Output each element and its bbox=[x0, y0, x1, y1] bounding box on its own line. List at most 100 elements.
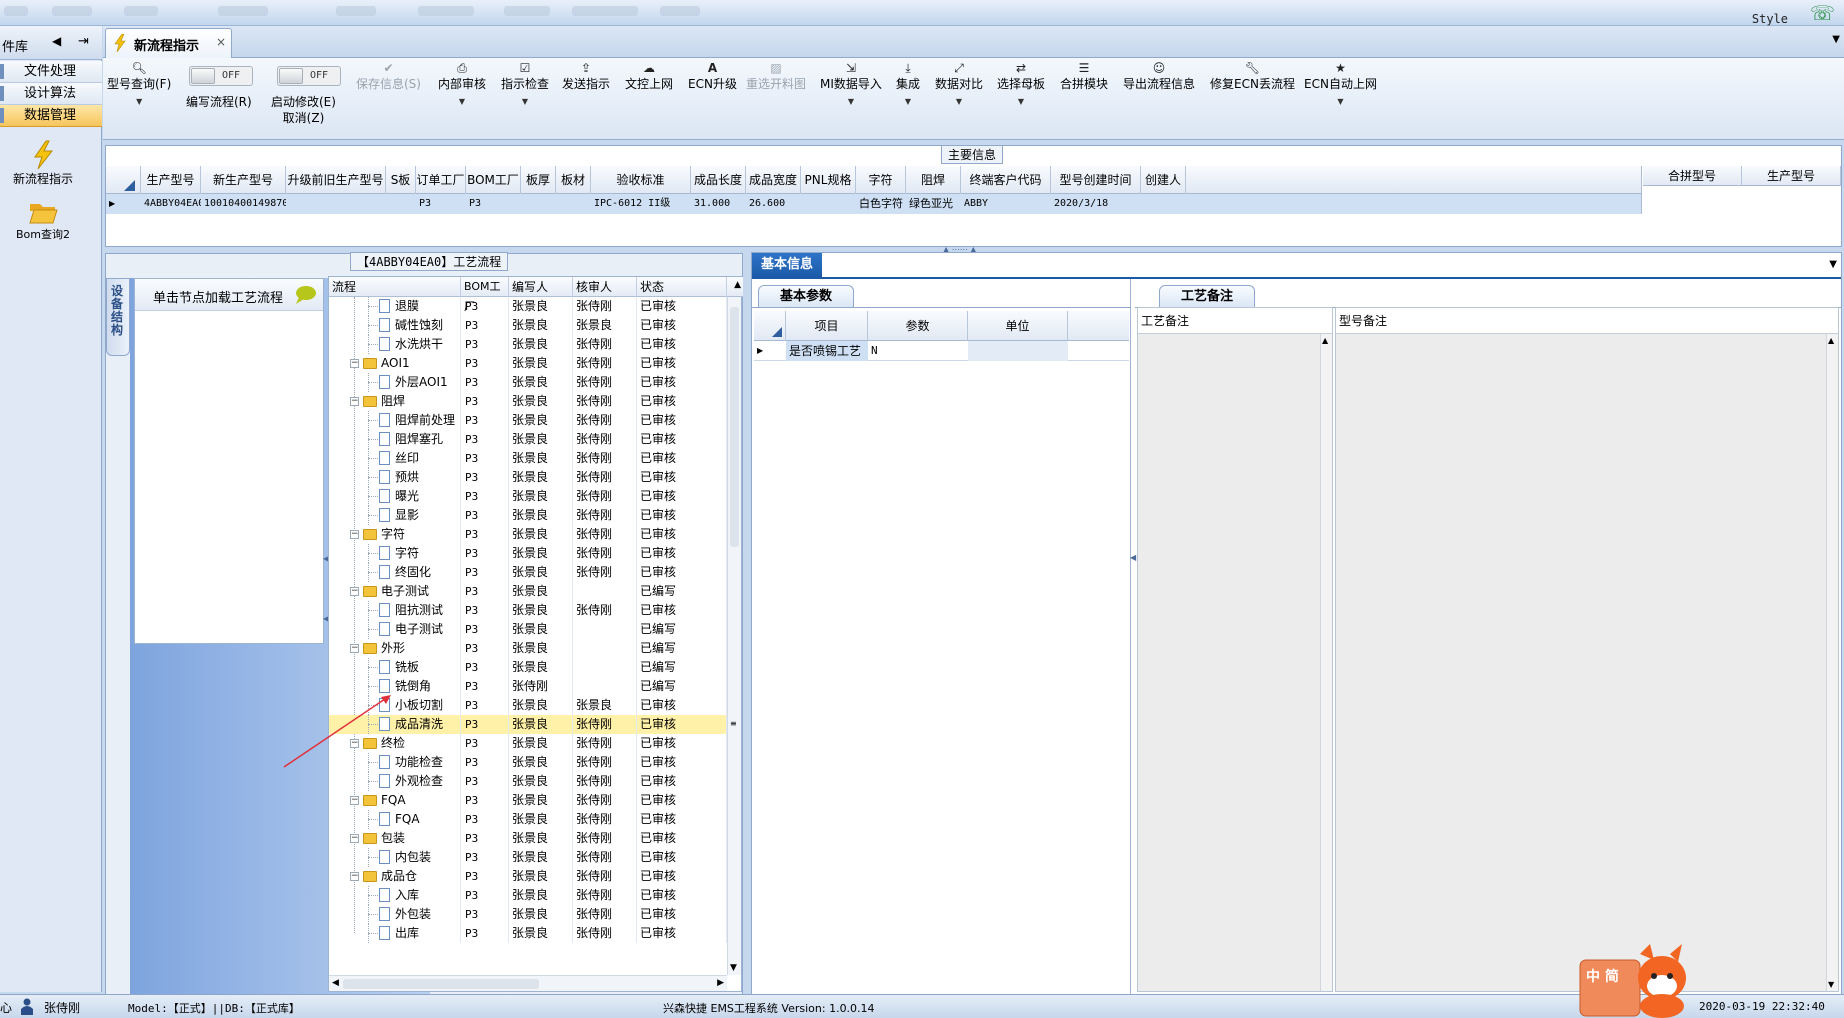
table-row[interactable]: ▶ 4ABBY04EA0 10010400149870 P3 P3 IPC-6012 II… bbox=[106, 194, 1641, 214]
tree-row[interactable]: 退膜 P3 张景良 张侍刚 已审核 bbox=[329, 297, 727, 316]
status-cell[interactable]: 已审核 bbox=[637, 335, 727, 354]
table-row[interactable]: ▶ 是否喷锡工艺 N bbox=[754, 341, 1129, 361]
writer-cell[interactable]: 张景良 bbox=[509, 468, 573, 487]
ecn-auto-online-button[interactable]: ★ ECN自动上网 ▼ bbox=[1304, 60, 1377, 112]
bom-cell[interactable]: P3 bbox=[461, 620, 509, 639]
reviewer-cell[interactable]: 张侍刚 bbox=[573, 506, 637, 525]
tree-row[interactable]: 外观检查 P3 张景良 张侍刚 已审核 bbox=[329, 772, 727, 791]
reviewer-cell[interactable]: 张侍刚 bbox=[573, 734, 637, 753]
status-cell[interactable]: 已审核 bbox=[637, 791, 727, 810]
column-header-flow[interactable]: 流程 bbox=[329, 277, 461, 297]
writer-cell[interactable]: 张景良 bbox=[509, 297, 573, 316]
table-cell[interactable]: 绿色亚光 bbox=[906, 194, 961, 214]
flow-cell[interactable]: 曝光 bbox=[329, 487, 461, 506]
close-icon[interactable]: × bbox=[216, 35, 226, 49]
bom-cell[interactable]: P3 bbox=[461, 563, 509, 582]
bom-cell[interactable]: P3 bbox=[461, 316, 509, 335]
tree-row[interactable]: 曝光 P3 张景良 张侍刚 已审核 bbox=[329, 487, 727, 506]
tab-process-notes[interactable]: 工艺备注 bbox=[1159, 285, 1255, 307]
column-header[interactable]: 成品宽度 bbox=[746, 166, 801, 194]
flow-cell[interactable]: − 字符 bbox=[329, 525, 461, 544]
reviewer-cell[interactable]: 张侍刚 bbox=[573, 924, 637, 943]
bom-cell[interactable]: P3 bbox=[461, 487, 509, 506]
status-cell[interactable]: 已审核 bbox=[637, 772, 727, 791]
writer-cell[interactable]: 张景良 bbox=[509, 563, 573, 582]
collapse-toggle-icon[interactable]: − bbox=[350, 834, 359, 843]
data-compare-button[interactable]: ⤢ 数据对比 ▼ bbox=[935, 60, 983, 112]
flow-cell[interactable]: − 外形 bbox=[329, 639, 461, 658]
bom-cell[interactable]: P3 bbox=[461, 601, 509, 620]
reselect-cutting-chart-button[interactable]: ▨ 重选开料图 bbox=[746, 60, 806, 92]
save-info-button[interactable]: ✔ 保存信息(S) bbox=[356, 60, 421, 92]
flow-cell[interactable]: 丝印 bbox=[329, 449, 461, 468]
flow-cell[interactable]: − 包装 bbox=[329, 829, 461, 848]
flow-cell[interactable]: 阻焊塞孔 bbox=[329, 430, 461, 449]
status-cell[interactable]: 已审核 bbox=[637, 449, 727, 468]
vertical-scrollbar[interactable]: ≡ ▼ bbox=[727, 297, 741, 975]
reviewer-cell[interactable]: 张侍刚 bbox=[573, 544, 637, 563]
ecn-upgrade-button[interactable]: A ECN升级 bbox=[688, 60, 737, 92]
tree-row[interactable]: 内包装 P3 张景良 张侍刚 已审核 bbox=[329, 848, 727, 867]
collapse-toggle-icon[interactable]: − bbox=[350, 587, 359, 596]
ime-mascot[interactable]: 中 简 bbox=[1578, 944, 1700, 1018]
flow-cell[interactable]: − 电子测试 bbox=[329, 582, 461, 601]
send-instruction-button[interactable]: ⇪ 发送指示 bbox=[562, 60, 610, 92]
column-header[interactable]: 合拼型号 bbox=[1643, 166, 1742, 186]
status-cell[interactable]: 已编写 bbox=[637, 639, 727, 658]
bom-cell[interactable]: P3 bbox=[461, 658, 509, 677]
status-cell[interactable]: 已编写 bbox=[637, 620, 727, 639]
sidebar-item-data-management[interactable]: 数据管理 bbox=[0, 105, 102, 127]
style-menu[interactable]: Style bbox=[1752, 12, 1788, 26]
reviewer-cell[interactable]: 张侍刚 bbox=[573, 354, 637, 373]
panel-dropdown-icon[interactable]: ▼ bbox=[1829, 259, 1837, 270]
reviewer-cell[interactable] bbox=[573, 677, 637, 696]
bom-cell[interactable]: P3 bbox=[461, 373, 509, 392]
param-unit-cell[interactable] bbox=[968, 341, 1068, 361]
status-cell[interactable]: 已审核 bbox=[637, 601, 727, 620]
merge-module-button[interactable]: ☰ 合拼模块 bbox=[1060, 60, 1108, 92]
column-header[interactable]: PNL规格 bbox=[801, 166, 856, 194]
reviewer-cell[interactable]: 张侍刚 bbox=[573, 601, 637, 620]
flow-cell[interactable]: 外包装 bbox=[329, 905, 461, 924]
scroll-right-icon[interactable]: ▶ bbox=[717, 978, 724, 988]
tree-row[interactable]: 入库 P3 张景良 张侍刚 已审核 bbox=[329, 886, 727, 905]
flow-cell[interactable]: 外层AOI1 bbox=[329, 373, 461, 392]
column-header[interactable]: 型号创建时间 bbox=[1051, 166, 1141, 194]
bom-cell[interactable]: P3 bbox=[461, 772, 509, 791]
writer-cell[interactable]: 张景良 bbox=[509, 810, 573, 829]
flow-cell[interactable]: 电子测试 bbox=[329, 620, 461, 639]
writer-cell[interactable]: 张景良 bbox=[509, 373, 573, 392]
bom-cell[interactable]: P3 bbox=[461, 468, 509, 487]
reviewer-cell[interactable]: 张景良 bbox=[573, 316, 637, 335]
reviewer-cell[interactable]: 张侍刚 bbox=[573, 392, 637, 411]
status-cell[interactable]: 已审核 bbox=[637, 696, 727, 715]
status-cell[interactable]: 已审核 bbox=[637, 392, 727, 411]
tree-row[interactable]: 阻焊塞孔 P3 张景良 张侍刚 已审核 bbox=[329, 430, 727, 449]
tree-row[interactable]: 电子测试 P3 张景良 已编写 bbox=[329, 620, 727, 639]
bom-cell[interactable]: P3 bbox=[461, 886, 509, 905]
bom-cell[interactable]: P3 bbox=[461, 430, 509, 449]
writer-cell[interactable]: 张景良 bbox=[509, 924, 573, 943]
bom-cell[interactable]: P3 bbox=[461, 734, 509, 753]
flow-cell[interactable]: 字符 bbox=[329, 544, 461, 563]
scroll-down-icon[interactable]: ▼ bbox=[730, 963, 737, 973]
flow-cell[interactable]: 外观检查 bbox=[329, 772, 461, 791]
model-query-button[interactable]: 🔍︎ 型号查询(F) ▼ bbox=[107, 60, 171, 112]
tree-row[interactable]: 阻抗测试 P3 张景良 张侍刚 已审核 bbox=[329, 601, 727, 620]
status-cell[interactable]: 已审核 bbox=[637, 544, 727, 563]
flow-cell[interactable]: 阻抗测试 bbox=[329, 601, 461, 620]
bom-cell[interactable]: P3 bbox=[461, 715, 509, 734]
column-header[interactable]: S板 bbox=[386, 166, 416, 194]
reviewer-cell[interactable]: 张侍刚 bbox=[573, 297, 637, 316]
bom-cell[interactable]: P3 bbox=[461, 297, 509, 316]
writer-cell[interactable]: 张景良 bbox=[509, 886, 573, 905]
tree-row[interactable]: − 阻焊 P3 张景良 张侍刚 已审核 bbox=[329, 392, 727, 411]
column-header[interactable]: 板厚 bbox=[521, 166, 556, 194]
flow-cell[interactable]: 阻焊前处理 bbox=[329, 411, 461, 430]
column-header[interactable]: 订单工厂 bbox=[416, 166, 466, 194]
bom-cell[interactable]: P3 bbox=[461, 525, 509, 544]
status-cell[interactable]: 已审核 bbox=[637, 487, 727, 506]
tab-basic-info[interactable]: 基本信息 bbox=[752, 253, 822, 277]
flow-cell[interactable]: 出库 bbox=[329, 924, 461, 943]
table-cell[interactable]: IPC-6012 II级 bbox=[591, 194, 691, 214]
